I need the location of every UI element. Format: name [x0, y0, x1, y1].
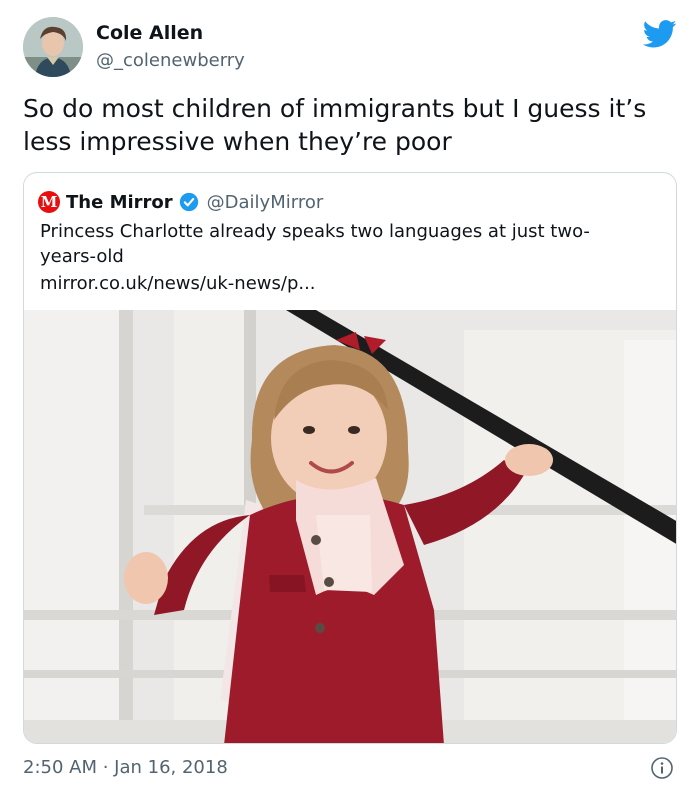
quote-link[interactable]: mirror.co.uk/news/uk-news/p... [40, 271, 316, 296]
tweet-text-line: less impressive when they’re poor [23, 127, 452, 156]
author-avatar[interactable] [23, 17, 83, 77]
quote-author-name[interactable]: The Mirror [66, 192, 173, 213]
tweet-timestamp[interactable]: 2:50 AM · Jan 16, 2018 [23, 757, 228, 778]
author-handle[interactable]: @_colenewberry [96, 50, 245, 71]
quote-text-line: Princess Charlotte already speaks two la… [40, 221, 590, 242]
tweet-card: Cole Allen @_colenewberry So do most chi… [0, 0, 700, 795]
quote-author-handle[interactable]: @DailyMirror [207, 192, 324, 213]
mirror-logo-letter: M [40, 193, 58, 211]
quote-text: Princess Charlotte already speaks two la… [40, 219, 660, 269]
twitter-bird-icon[interactable] [643, 20, 677, 48]
avatar-image [23, 17, 83, 77]
info-icon[interactable] [650, 756, 674, 780]
quote-text-line: years-old [40, 246, 124, 267]
quote-header: M The Mirror @DailyMirror [38, 190, 323, 214]
mirror-logo[interactable]: M [38, 191, 60, 213]
tweet-text-line: So do most children of immigrants but I … [23, 94, 647, 123]
quoted-tweet[interactable]: M The Mirror @DailyMirror Princess Charl… [23, 172, 677, 744]
quoted-photo[interactable] [24, 310, 677, 744]
tweet-text: So do most children of immigrants but I … [23, 92, 673, 158]
verified-badge-icon [179, 192, 198, 212]
author-name[interactable]: Cole Allen [96, 22, 203, 44]
